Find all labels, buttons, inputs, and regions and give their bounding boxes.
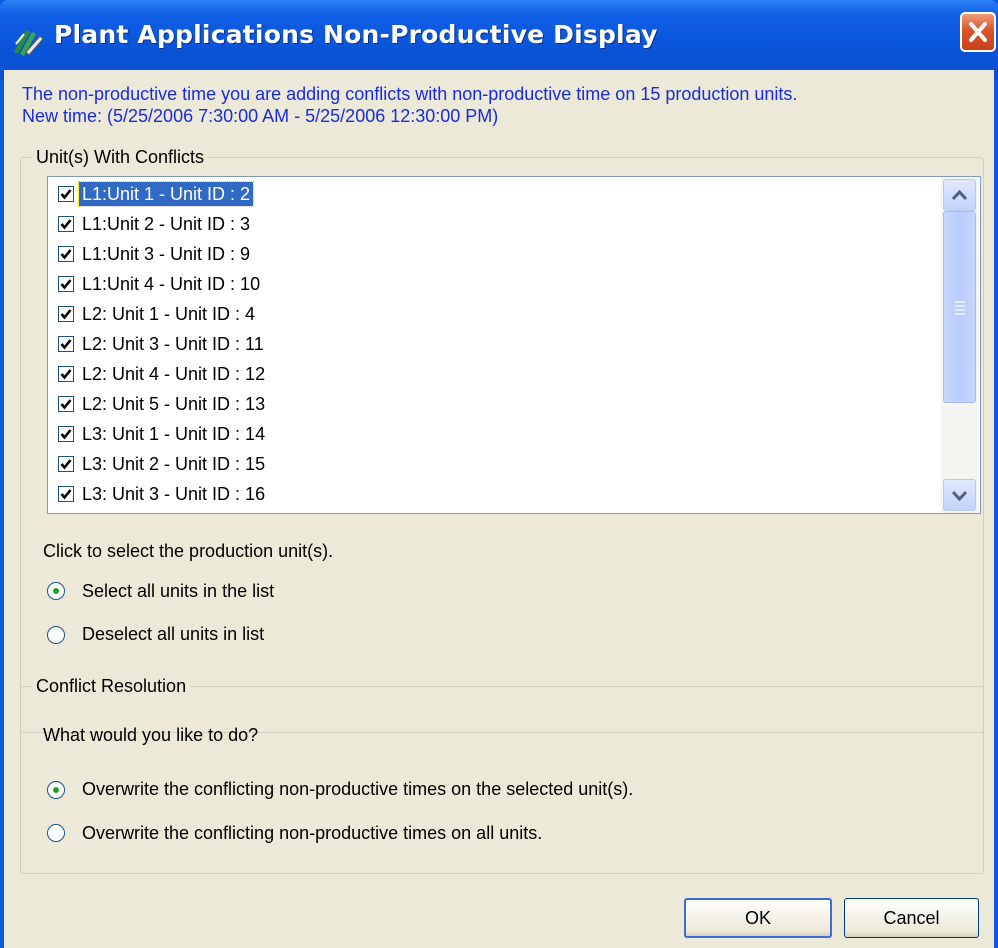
chevron-down-icon [951, 490, 968, 502]
radio-dot [53, 588, 59, 594]
deselect-all-radio[interactable] [47, 626, 65, 644]
unit-checkbox[interactable] [58, 186, 74, 202]
checkmark-icon [60, 219, 72, 230]
list-item[interactable]: L3: Unit 2 - Unit ID : 15 [50, 449, 940, 479]
unit-label: L1:Unit 4 - Unit ID : 10 [82, 274, 261, 294]
checkmark-icon [60, 369, 72, 380]
chevron-up-icon [951, 189, 968, 201]
list-item[interactable]: L3: Unit 3 - Unit ID : 16 [50, 479, 940, 509]
checkmark-icon [60, 279, 72, 290]
select-all-radio[interactable] [47, 582, 65, 600]
unit-checkbox[interactable] [58, 216, 74, 232]
unit-label: L2: Unit 1 - Unit ID : 4 [82, 304, 256, 324]
checkmark-icon [60, 339, 72, 350]
checkmark-icon [60, 249, 72, 260]
list-item[interactable]: L2: Unit 1 - Unit ID : 4 [50, 299, 940, 329]
unit-checkbox[interactable] [58, 486, 74, 502]
unit-checkbox[interactable] [58, 306, 74, 322]
ok-button[interactable]: OK [684, 898, 832, 938]
grip-icon [955, 301, 965, 315]
unit-label: L3: Unit 2 - Unit ID : 15 [82, 454, 266, 474]
conflict-message-line2: New time: (5/25/2006 7:30:00 AM - 5/25/2… [22, 106, 499, 126]
resolution-question: What would you like to do? [43, 725, 259, 745]
unit-label: L2: Unit 4 - Unit ID : 12 [82, 364, 266, 384]
title-bar[interactable]: Plant Applications Non-Productive Displa… [0, 0, 998, 80]
unit-label: L2: Unit 3 - Unit ID : 11 [82, 334, 264, 354]
unit-label: L1:Unit 1 - Unit ID : 2 [77, 181, 255, 207]
scroll-thumb[interactable] [943, 211, 976, 403]
select-units-instruction: Click to select the production unit(s). [43, 541, 334, 561]
unit-checkbox[interactable] [58, 276, 74, 292]
overwrite-selected-label[interactable]: Overwrite the conflicting non-productive… [82, 778, 633, 800]
checkmark-icon [60, 189, 72, 200]
window-title: Plant Applications Non-Productive Displa… [54, 20, 658, 49]
checkmark-icon [60, 309, 72, 320]
list-item[interactable]: L1:Unit 2 - Unit ID : 3 [50, 209, 940, 239]
unit-label: L1:Unit 3 - Unit ID : 9 [82, 244, 251, 264]
unit-label: L1:Unit 2 - Unit ID : 3 [82, 214, 251, 234]
units-group-legend: Unit(s) With Conflicts [32, 146, 209, 168]
unit-checkbox[interactable] [58, 396, 74, 412]
plant-applications-icon [14, 30, 44, 56]
scroll-down-button[interactable] [943, 479, 976, 511]
conflicting-units-list[interactable]: L1:Unit 1 - Unit ID : 2 L1:Unit 2 - Unit … [47, 176, 981, 514]
conflict-message-line1: The non-productive time you are adding c… [22, 84, 798, 104]
list-item[interactable]: L1:Unit 4 - Unit ID : 10 [50, 269, 940, 299]
checkmark-icon [60, 429, 72, 440]
close-button[interactable] [960, 12, 996, 52]
list-item[interactable]: L1:Unit 3 - Unit ID : 9 [50, 239, 940, 269]
unit-checkbox[interactable] [58, 246, 74, 262]
close-icon [969, 22, 987, 42]
list-item[interactable]: L2: Unit 4 - Unit ID : 12 [50, 359, 940, 389]
deselect-all-label[interactable]: Deselect all units in list [82, 623, 264, 645]
unit-checkbox[interactable] [58, 336, 74, 352]
conflict-message: The non-productive time you are adding c… [22, 83, 982, 127]
cancel-button[interactable]: Cancel [844, 898, 979, 938]
dialog-client-area: The non-productive time you are adding c… [4, 70, 994, 948]
unit-checkbox[interactable] [58, 456, 74, 472]
list-item[interactable]: L2: Unit 3 - Unit ID : 11 [50, 329, 940, 359]
dialog-window: Plant Applications Non-Productive Displa… [0, 0, 998, 948]
unit-label: L2: Unit 5 - Unit ID : 13 [82, 394, 266, 414]
overwrite-all-label[interactable]: Overwrite the conflicting non-productive… [82, 822, 542, 844]
radio-dot [53, 787, 59, 793]
unit-checkbox[interactable] [58, 426, 74, 442]
checkmark-icon [60, 459, 72, 470]
list-item[interactable]: L3: Unit 1 - Unit ID : 14 [50, 419, 940, 449]
scroll-up-button[interactable] [943, 179, 976, 211]
checkmark-icon [60, 399, 72, 410]
list-item[interactable]: L2: Unit 5 - Unit ID : 13 [50, 389, 940, 419]
overwrite-all-radio[interactable] [47, 824, 65, 842]
list-item[interactable]: L1:Unit 1 - Unit ID : 2 [50, 179, 940, 209]
unit-label: L3: Unit 3 - Unit ID : 16 [82, 484, 266, 504]
list-scrollbar[interactable] [941, 177, 979, 513]
select-all-label[interactable]: Select all units in the list [82, 580, 274, 602]
unit-checkbox[interactable] [58, 366, 74, 382]
unit-label: L3: Unit 1 - Unit ID : 14 [82, 424, 266, 444]
conflict-resolution-legend: Conflict Resolution [32, 675, 191, 697]
checkmark-icon [60, 489, 72, 500]
overwrite-selected-radio[interactable] [47, 781, 65, 799]
